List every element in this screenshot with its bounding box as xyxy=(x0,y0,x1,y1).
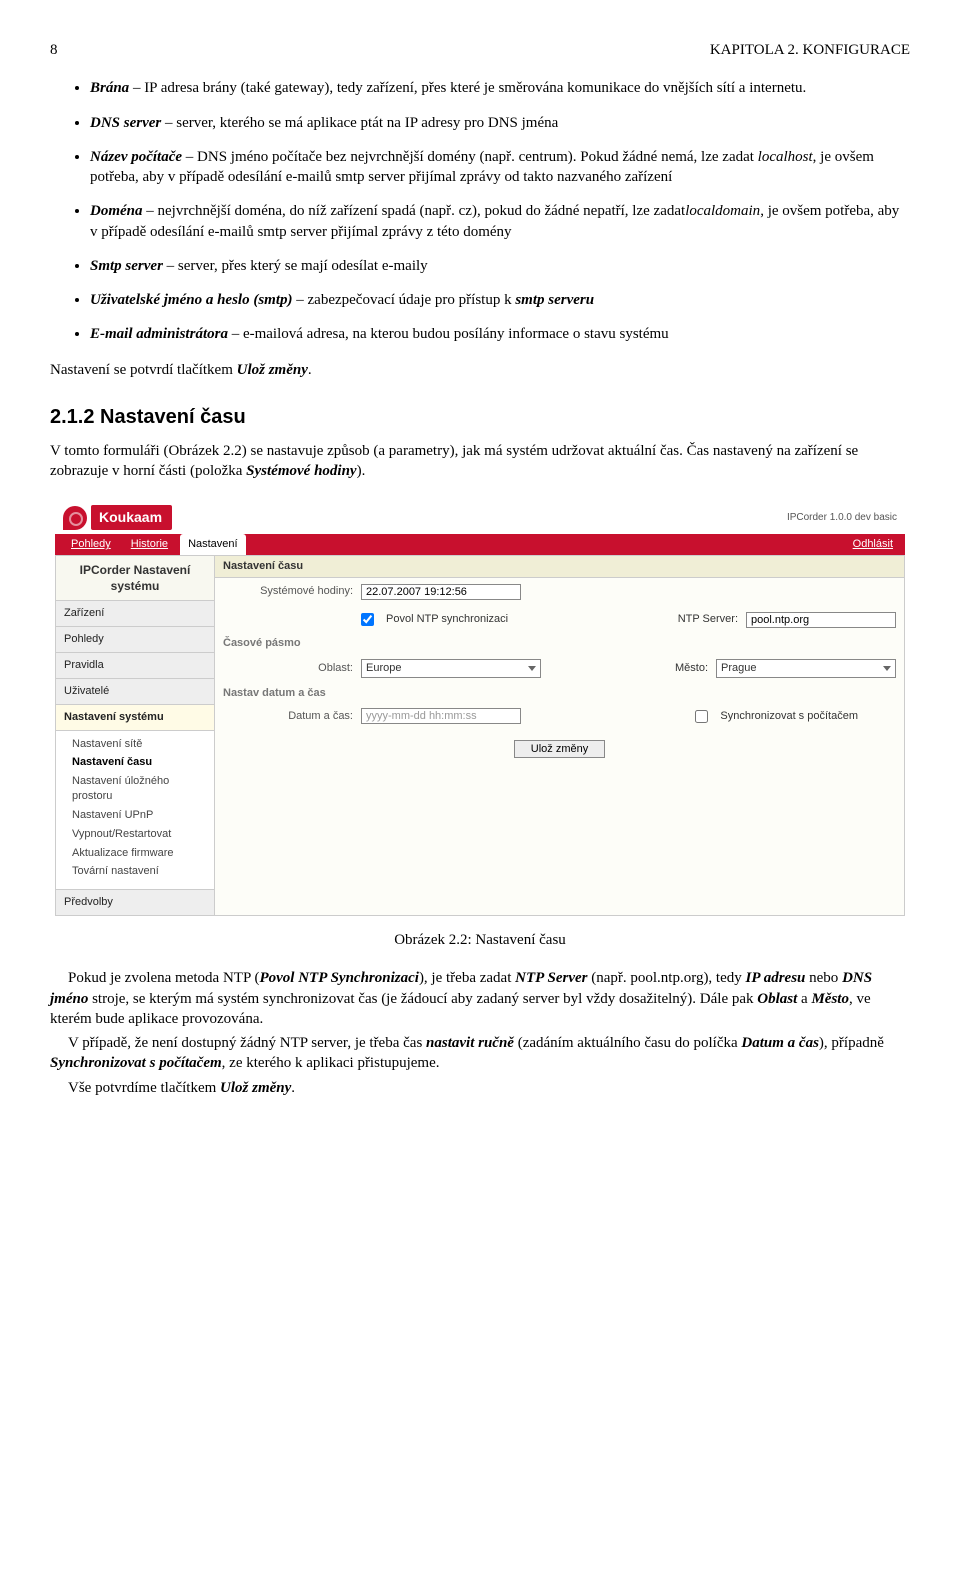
tab-views[interactable]: Pohledy xyxy=(63,534,119,555)
list-item: Smtp server – server, přes který se mají… xyxy=(90,256,910,276)
ntp-enable-label: Povol NTP synchronizaci xyxy=(386,612,508,627)
sidebar-item-rules[interactable]: Pravidla xyxy=(55,653,215,679)
subnav-network[interactable]: Nastavení sítě xyxy=(72,735,210,754)
sidebar-title: IPCorder Nastavení systému xyxy=(55,555,215,601)
logo-text: Koukaam xyxy=(91,505,172,530)
sidebar-item-system[interactable]: Nastavení systému xyxy=(55,705,215,731)
content-title: Nastavení času xyxy=(215,556,904,578)
tab-settings[interactable]: Nastavení xyxy=(180,534,246,555)
datetime-field[interactable] xyxy=(361,708,521,724)
region-label: Oblast: xyxy=(223,661,353,676)
sync-pc-label: Synchronizovat s počítačem xyxy=(720,709,858,724)
ntp-server-field[interactable] xyxy=(746,612,896,628)
sidebar-item-devices[interactable]: Zařízení xyxy=(55,601,215,627)
list-item: E-mail administrátora – e-mailová adresa… xyxy=(90,324,910,344)
paragraph: V tomto formuláři (Obrázek 2.2) se nasta… xyxy=(50,441,910,482)
subnav-time[interactable]: Nastavení času xyxy=(72,753,210,772)
screenshot-panel: Koukaam IPCorder 1.0.0 dev basic Pohledy… xyxy=(55,501,905,916)
ntp-server-label: NTP Server: xyxy=(678,612,738,627)
datetime-label: Datum a čas: xyxy=(223,709,353,724)
logo-icon xyxy=(63,506,87,530)
chevron-down-icon xyxy=(883,666,891,671)
figure-caption: Obrázek 2.2: Nastavení času xyxy=(50,930,910,950)
subnav-factory[interactable]: Tovární nastavení xyxy=(72,862,210,881)
list-item: Uživatelské jméno a heslo (smtp) – zabez… xyxy=(90,290,910,310)
paragraph: Nastavení se potvrdí tlačítkem Ulož změn… xyxy=(50,360,910,380)
chevron-down-icon xyxy=(528,666,536,671)
sidebar-item-prefs[interactable]: Předvolby xyxy=(55,890,215,916)
main-tabs: Pohledy Historie Nastavení Odhlásit xyxy=(55,534,905,555)
chapter-title: KAPITOLA 2. KONFIGURACE xyxy=(710,40,910,60)
city-label: Město: xyxy=(675,661,708,676)
page-header: 8 KAPITOLA 2. KONFIGURACE xyxy=(50,40,910,60)
subnav-power[interactable]: Vypnout/Restartovat xyxy=(72,825,210,844)
version-label: IPCorder 1.0.0 dev basic xyxy=(787,511,897,525)
list-item: Doména – nejvrchnější doména, do níž zař… xyxy=(90,201,910,242)
sidebar-subnav: Nastavení sítě Nastavení času Nastavení … xyxy=(55,731,215,891)
sidebar: IPCorder Nastavení systému Zařízení Pohl… xyxy=(55,555,215,916)
paragraph: Vše potvrdíme tlačítkem Ulož změny. xyxy=(50,1078,910,1098)
list-item: Brána – IP adresa brány (také gateway), … xyxy=(90,78,910,98)
tab-history[interactable]: Historie xyxy=(123,534,176,555)
list-item: DNS server – server, kterého se má aplik… xyxy=(90,113,910,133)
brand-logo: Koukaam xyxy=(63,505,172,530)
sidebar-item-users[interactable]: Uživatelé xyxy=(55,679,215,705)
city-select[interactable]: Prague xyxy=(716,659,896,678)
list-item: Název počítače – DNS jméno počítače bez … xyxy=(90,147,910,188)
system-clock-field[interactable] xyxy=(361,584,521,600)
subnav-firmware[interactable]: Aktualizace firmware xyxy=(72,844,210,863)
region-select[interactable]: Europe xyxy=(361,659,541,678)
definition-list: Brána – IP adresa brány (také gateway), … xyxy=(50,78,910,344)
sidebar-item-views[interactable]: Pohledy xyxy=(55,627,215,653)
paragraph: Pokud je zvolena metoda NTP (Povol NTP S… xyxy=(50,968,910,1029)
datetime-heading: Nastav datum a čas xyxy=(215,684,904,703)
section-heading: 2.1.2 Nastavení času xyxy=(50,404,910,431)
system-clock-label: Systémové hodiny: xyxy=(223,584,353,599)
settings-content: Nastavení času Systémové hodiny: Povol N… xyxy=(215,555,905,916)
logout-link[interactable]: Odhlásit xyxy=(849,534,897,555)
sync-pc-checkbox[interactable] xyxy=(695,710,708,723)
subnav-upnp[interactable]: Nastavení UPnP xyxy=(72,806,210,825)
ntp-enable-checkbox[interactable] xyxy=(361,613,374,626)
save-button[interactable]: Ulož změny xyxy=(514,740,605,758)
timezone-heading: Časové pásmo xyxy=(215,634,904,653)
page-number: 8 xyxy=(50,40,58,60)
subnav-storage[interactable]: Nastavení úložného prostoru xyxy=(72,772,210,806)
paragraph: V případě, že není dostupný žádný NTP se… xyxy=(50,1033,910,1074)
app-topbar: Koukaam IPCorder 1.0.0 dev basic xyxy=(55,501,905,534)
